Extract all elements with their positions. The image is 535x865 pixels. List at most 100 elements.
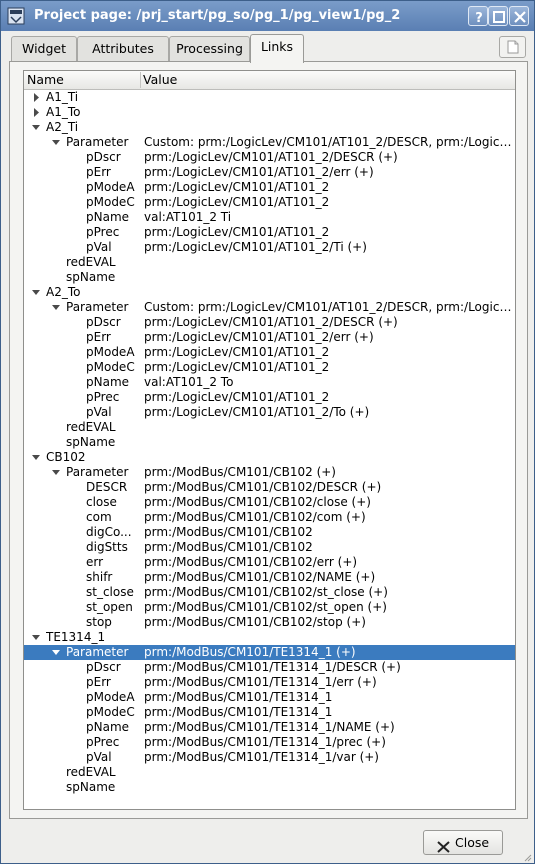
expanded-arrow-icon[interactable] — [31, 450, 41, 465]
row-value: prm:/ModBus/CM101/CB102 — [144, 540, 313, 554]
row-value: prm:/LogicLev/CM101/AT101_2/Ti (+) — [144, 240, 367, 254]
tree-row[interactable]: pErr prm:/LogicLev/CM101/AT101_2/err (+) — [24, 165, 515, 180]
close-icon[interactable] — [509, 6, 529, 26]
tree-row[interactable]: redEVAL — [24, 420, 515, 435]
collapsed-arrow-icon[interactable] — [31, 105, 41, 120]
row-value: val:AT101_2 Ti — [144, 210, 232, 224]
tree-row[interactable]: stop prm:/ModBus/CM101/CB102/stop (+) — [24, 615, 515, 630]
tree-row[interactable]: st_open prm:/ModBus/CM101/CB102/st_open (… — [24, 600, 515, 615]
row-value: prm:/ModBus/CM101/CB102/NAME (+) — [144, 570, 376, 584]
tree-row[interactable]: pVal prm:/LogicLev/CM101/AT101_2/Ti (+) — [24, 240, 515, 255]
row-value: prm:/ModBus/CM101/CB102/st_open (+) — [144, 600, 387, 614]
name-column-header[interactable]: Name — [24, 71, 140, 89]
collapsed-arrow-icon[interactable] — [31, 90, 41, 105]
tree-row[interactable]: spName — [24, 435, 515, 450]
expanded-arrow-icon[interactable] — [51, 300, 61, 315]
tree-row[interactable]: pErr prm:/LogicLev/CM101/AT101_2/err (+) — [24, 330, 515, 345]
tree-row[interactable]: TE1314_1 — [24, 630, 515, 645]
tree-row[interactable]: digStts prm:/ModBus/CM101/CB102 — [24, 540, 515, 555]
tree-row[interactable]: pPrec prm:/LogicLev/CM101/AT101_2 — [24, 390, 515, 405]
row-name: Parameter — [66, 645, 129, 659]
expanded-arrow-icon[interactable] — [31, 630, 41, 645]
row-name: pErr — [86, 675, 111, 689]
tree-row[interactable]: st_close prm:/ModBus/CM101/CB102/st_close… — [24, 585, 515, 600]
row-name: pErr — [86, 330, 111, 344]
tab-attributes[interactable]: Attributes — [77, 36, 169, 61]
tab-label: Links — [260, 39, 294, 54]
expanded-arrow-icon[interactable] — [31, 285, 41, 300]
tree-row[interactable]: Parameter prm:/ModBus/CM101/CB102 (+) — [24, 465, 515, 480]
tree-row[interactable]: A2_To — [24, 285, 515, 300]
tree-row[interactable]: pVal prm:/ModBus/CM101/TE1314_1/var (+) — [24, 750, 515, 765]
tree-row[interactable]: err prm:/ModBus/CM101/CB102/err (+) — [24, 555, 515, 570]
tree-row[interactable]: pDscr prm:/LogicLev/CM101/AT101_2/DESCR (… — [24, 150, 515, 165]
tree-row[interactable]: pPrec prm:/ModBus/CM101/TE1314_1/prec (+) — [24, 735, 515, 750]
tree-row[interactable]: Parameter Custom: prm:/LogicLev/CM101/AT1… — [24, 300, 515, 315]
row-name: spName — [66, 435, 116, 449]
row-value: prm:/ModBus/CM101/CB102 (+) — [144, 465, 336, 479]
expanded-arrow-icon[interactable] — [31, 120, 41, 135]
tree-row[interactable]: pDscr prm:/LogicLev/CM101/AT101_2/DESCR (… — [24, 315, 515, 330]
help-icon[interactable]: ? — [468, 6, 488, 26]
row-value: Custom: prm:/LogicLev/CM101/AT101_2/DESC… — [144, 300, 514, 314]
tree-row[interactable]: pModeA prm:/LogicLev/CM101/AT101_2 — [24, 345, 515, 360]
tree-row[interactable]: shifr prm:/ModBus/CM101/CB102/NAME (+) — [24, 570, 515, 585]
row-name: pDscr — [86, 150, 121, 164]
row-value: prm:/ModBus/CM101/TE1314_1/var (+) — [144, 750, 379, 764]
tree-row[interactable]: pModeC prm:/LogicLev/CM101/AT101_2 — [24, 195, 515, 210]
tree-row[interactable]: A2_Ti — [24, 120, 515, 135]
tree-row[interactable]: pModeC prm:/LogicLev/CM101/AT101_2 — [24, 360, 515, 375]
tree-row[interactable]: digCo... prm:/ModBus/CM101/CB102 — [24, 525, 515, 540]
row-name: pName — [86, 720, 130, 734]
tree-row[interactable]: spName — [24, 780, 515, 795]
maximize-icon[interactable] — [488, 6, 508, 26]
tree-row[interactable]: pDscr prm:/ModBus/CM101/TE1314_1/DESCR (+… — [24, 660, 515, 675]
row-value: prm:/ModBus/CM101/TE1314_1/DESCR (+) — [144, 660, 401, 674]
tree-row[interactable]: pModeA prm:/LogicLev/CM101/AT101_2 — [24, 180, 515, 195]
tree-row[interactable]: CB102 — [24, 450, 515, 465]
tree-row[interactable]: pName val:AT101_2 To — [24, 375, 515, 390]
tree-row[interactable]: spName — [24, 270, 515, 285]
tree-row[interactable]: Parameter prm:/ModBus/CM101/TE1314_1 (+) — [24, 645, 515, 660]
close-x-icon — [437, 837, 450, 860]
links-tree[interactable]: Name Value A1_Ti A1_To A2_Ti Parameter Custo… — [23, 70, 516, 810]
tree-row[interactable]: redEVAL — [24, 765, 515, 780]
page-icon[interactable] — [499, 36, 526, 58]
tree-row[interactable]: Parameter Custom: prm:/LogicLev/CM101/AT1… — [24, 135, 515, 150]
tree-row[interactable]: pModeC prm:/ModBus/CM101/TE1314_1 — [24, 705, 515, 720]
tree-row[interactable]: pVal prm:/LogicLev/CM101/AT101_2/To (+) — [24, 405, 515, 420]
resize-grip-icon[interactable] — [522, 851, 532, 862]
tree-row[interactable]: A1_Ti — [24, 90, 515, 105]
row-value: prm:/LogicLev/CM101/AT101_2/DESCR (+) — [144, 150, 398, 164]
row-name: spName — [66, 270, 116, 284]
row-name: com — [86, 510, 112, 524]
tree-row[interactable]: DESCR prm:/ModBus/CM101/CB102/DESCR (+) — [24, 480, 515, 495]
title-bar[interactable]: Project page: /prj_start/pg_so/pg_1/pg_v… — [1, 1, 534, 31]
row-name: pModeA — [86, 690, 135, 704]
tree-row[interactable]: pName prm:/ModBus/CM101/TE1314_1/NAME (+) — [24, 720, 515, 735]
tree-row[interactable]: pPrec prm:/LogicLev/CM101/AT101_2 — [24, 225, 515, 240]
row-name: A2_Ti — [46, 120, 79, 134]
tree-row[interactable]: com prm:/ModBus/CM101/CB102/com (+) — [24, 510, 515, 525]
expanded-arrow-icon[interactable] — [51, 645, 61, 660]
tab-processing[interactable]: Processing — [169, 36, 250, 61]
row-value: prm:/LogicLev/CM101/AT101_2 — [144, 390, 330, 404]
expanded-arrow-icon[interactable] — [51, 135, 61, 150]
tree-row[interactable]: close prm:/ModBus/CM101/CB102/close (+) — [24, 495, 515, 510]
row-name: Parameter — [66, 135, 129, 149]
tab-links[interactable]: Links — [250, 34, 304, 63]
expanded-arrow-icon[interactable] — [51, 465, 61, 480]
tree-row[interactable]: pModeA prm:/ModBus/CM101/TE1314_1 — [24, 690, 515, 705]
tab-widget[interactable]: Widget — [11, 36, 77, 61]
row-name: pModeA — [86, 180, 135, 194]
row-value: prm:/ModBus/CM101/CB102/stop (+) — [144, 615, 366, 629]
tree-row[interactable]: redEVAL — [24, 255, 515, 270]
tree-row[interactable]: pName val:AT101_2 Ti — [24, 210, 515, 225]
row-name: pPrec — [86, 225, 120, 239]
close-button[interactable]: Close — [423, 830, 503, 855]
tree-row[interactable]: A1_To — [24, 105, 515, 120]
svg-text:?: ? — [475, 11, 483, 26]
tab-bar: Widget Attributes Processing Links — [9, 34, 529, 63]
tree-row[interactable]: pErr prm:/ModBus/CM101/TE1314_1/err (+) — [24, 675, 515, 690]
value-column-header[interactable]: Value — [140, 71, 510, 89]
